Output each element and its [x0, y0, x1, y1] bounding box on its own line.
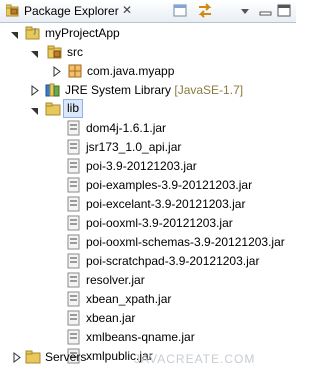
close-icon[interactable]: ✕ [122, 3, 132, 17]
jar-icon [67, 139, 80, 155]
tree-item-label: poi-ooxml-3.9-20121203.jar [86, 216, 233, 230]
tree-item-jar[interactable]: resolver.jar [0, 271, 296, 290]
tree-item-jar[interactable]: xbean_xpath.jar [0, 290, 296, 309]
tree-item-jar[interactable]: poi-ooxml-3.9-20121203.jar [0, 214, 296, 233]
folder-icon [25, 350, 41, 364]
tree-item-package[interactable]: com.java.myapp [0, 62, 296, 81]
tree-item-label: resolver.jar [86, 273, 145, 287]
minimize-view-icon[interactable] [257, 2, 275, 19]
library-icon [45, 83, 60, 97]
collapse-arrow-icon[interactable] [12, 348, 22, 367]
tree-item-label: Servers [45, 350, 87, 364]
tree-item-label: poi-scratchpad-3.9-20121203.jar [86, 254, 260, 268]
folder-icon [45, 102, 61, 116]
jar-icon [67, 291, 80, 307]
minimize-icon[interactable] [171, 2, 189, 19]
tree-item-label: com.java.myapp [87, 64, 175, 78]
watermark: JAVACREATE.COM [134, 352, 256, 366]
tree-item-jar[interactable]: xmlbeans-qname.jar [0, 328, 296, 347]
expand-arrow-icon[interactable] [30, 100, 40, 119]
jar-icon [67, 329, 80, 345]
view-title[interactable]: Package Explorer [24, 4, 119, 18]
java-project-icon: J [25, 26, 40, 40]
tree-item-label: jsr173_1.0_api.jar [86, 140, 182, 154]
maximize-view-icon[interactable] [276, 2, 294, 19]
tree-item-lib[interactable]: lib [0, 99, 296, 119]
source-folder-icon [47, 45, 62, 59]
jar-icon [67, 196, 80, 212]
tree-item-jar[interactable]: poi-ooxml-schemas-3.9-20121203.jar [0, 233, 296, 252]
tree-item-jar[interactable]: poi-scratchpad-3.9-20121203.jar [0, 252, 296, 271]
jar-icon [67, 272, 80, 288]
expand-arrow-icon[interactable] [10, 24, 20, 43]
tree-item-jar[interactable]: jsr173_1.0_api.jar [0, 138, 296, 157]
view-menu-icon[interactable] [236, 2, 254, 19]
package-explorer-icon [6, 4, 19, 17]
tree-item-label: poi-excelant-3.9-20121203.jar [86, 197, 246, 211]
tree-item-jar[interactable]: xbean.jar [0, 309, 296, 328]
tree-item-label: JRE System Library [JavaSE-1.7] [65, 81, 243, 100]
tree-item-label: poi-examples-3.9-20121203.jar [86, 178, 253, 192]
svg-text:J: J [33, 27, 36, 35]
tree-item-jre[interactable]: JRE System Library [JavaSE-1.7] [0, 81, 296, 100]
tree-item-label: poi-ooxml-schemas-3.9-20121203.jar [86, 235, 285, 249]
collapse-arrow-icon[interactable] [52, 62, 62, 81]
jar-icon [67, 310, 80, 326]
tree-item-jar[interactable]: poi-excelant-3.9-20121203.jar [0, 195, 296, 214]
jar-icon [67, 158, 80, 174]
tree-item-jar[interactable]: dom4j-1.6.1.jar [0, 119, 296, 138]
jar-icon [67, 253, 80, 269]
tree-item-label: xmlbeans-qname.jar [86, 330, 195, 344]
tree-item-label: src [67, 45, 83, 59]
tree-item-label: myProjectApp [45, 26, 120, 40]
collapse-arrow-icon[interactable] [30, 81, 40, 100]
tree-item-project[interactable]: J myProjectApp [0, 24, 296, 43]
tree-item-label: xbean.jar [86, 311, 136, 325]
jar-icon [67, 177, 80, 193]
tree-item-label: lib [63, 99, 84, 118]
tree-item-jar[interactable]: poi-examples-3.9-20121203.jar [0, 176, 296, 195]
tree-item-label: xbean_xpath.jar [86, 292, 172, 306]
expand-arrow-icon[interactable] [30, 43, 40, 62]
jar-icon [67, 234, 80, 250]
view-header: Package Explorer ✕ [0, 0, 296, 23]
jar-icon [67, 215, 80, 231]
jre-name: JRE System Library [65, 83, 172, 97]
link-with-editor-icon[interactable] [196, 2, 214, 19]
tree-item-jar[interactable]: poi-3.9-20121203.jar [0, 157, 296, 176]
package-icon [68, 64, 82, 78]
tree-item-label: poi-3.9-20121203.jar [86, 159, 197, 173]
jre-version: [JavaSE-1.7] [174, 83, 244, 97]
tree-item-label: dom4j-1.6.1.jar [86, 121, 167, 135]
tree-item-src[interactable]: src [0, 43, 296, 62]
jar-icon [67, 120, 80, 136]
